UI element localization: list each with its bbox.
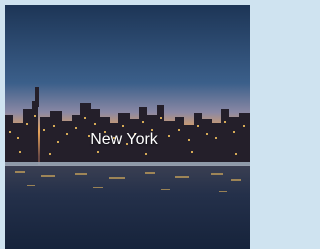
city-card[interactable]: New York	[5, 5, 250, 249]
image-divider	[5, 162, 250, 166]
city-name-label: New York	[90, 131, 158, 148]
city-skyline-image	[5, 5, 250, 249]
